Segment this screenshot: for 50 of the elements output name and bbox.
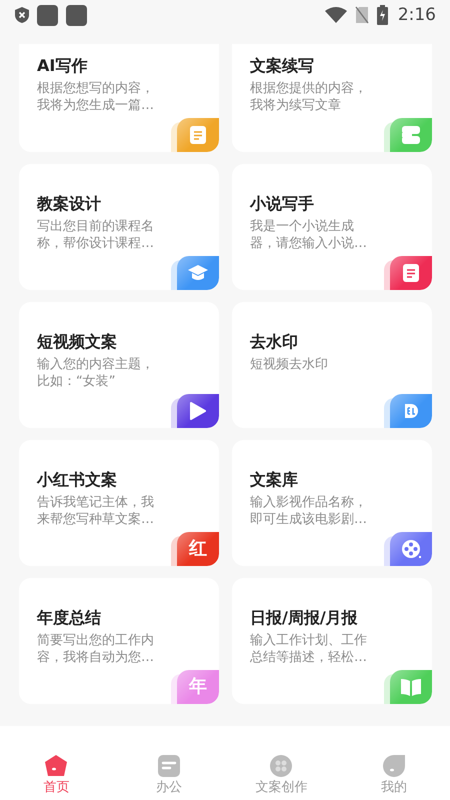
tool-card[interactable]: 文案续写 根据您提供的内容， 我将为续写文章 — [232, 44, 432, 152]
notification-icon — [37, 4, 58, 26]
tool-card[interactable]: 日报/周报/月报 输入工作计划、工作 总结等描述，轻松… — [232, 578, 432, 704]
nav-tab[interactable]: 首页 — [0, 755, 112, 796]
wifi-icon — [324, 7, 347, 23]
no-sim-icon — [354, 6, 369, 24]
play-icon — [190, 402, 206, 420]
tool-card[interactable]: 去水印 短视频去水印 — [232, 302, 432, 428]
tool-card[interactable]: 教案设计 写出您目前的课程名 称，帮你设计课程… — [19, 164, 219, 290]
card-title: 短视频文案 — [37, 332, 118, 352]
card-title: AI写作 — [37, 56, 88, 76]
card-description: 短视频去水印 — [250, 356, 329, 373]
card-description: 输入工作计划、工作 总结等描述，轻松… — [250, 632, 368, 666]
shield-icon — [15, 7, 29, 23]
battery-icon — [376, 5, 388, 25]
card-title: 去水印 — [250, 332, 299, 352]
tool-card[interactable]: AI写作 根据您想写的内容， 我将为您生成一篇… — [19, 44, 219, 152]
card-title: 文案续写 — [250, 56, 315, 76]
card-description: 告诉我笔记主体，我 来帮您写种草文案… — [37, 494, 155, 528]
card-description: 输入您的内容主题， 比如：“女装” — [37, 356, 155, 390]
document-icon — [190, 126, 206, 144]
card-description: 根据您提供的内容， 我将为续写文章 — [250, 80, 368, 114]
card-description: 写出您目前的课程名 称，帮你设计课程… — [37, 218, 155, 252]
card-description: 我是一个小说生成 器，请您输入小说… — [250, 218, 368, 252]
card-description: 根据您想写的内容， 我将为您生成一篇… — [37, 80, 155, 114]
document-icon — [158, 755, 180, 777]
stack-icon — [402, 126, 420, 144]
graduation-cap-icon — [188, 265, 208, 281]
card-description: 简要写出您的工作内 容，我将自动为您… — [37, 632, 155, 666]
card-title: 小说写手 — [250, 194, 315, 214]
clock-time: 2:16 — [398, 5, 436, 25]
character-badge: 年 — [177, 670, 219, 704]
tool-card[interactable]: 小红书文案 告诉我笔记主体，我 来帮您写种草文案… 红 — [19, 440, 219, 566]
book-icon — [401, 678, 421, 696]
document-icon — [403, 264, 419, 282]
card-title: 文案库 — [250, 470, 299, 490]
card-title: 日报/周报/月报 — [250, 608, 359, 628]
card-title: 小红书文案 — [37, 470, 118, 490]
card-title: 教案设计 — [37, 194, 102, 214]
card-title: 年度总结 — [37, 608, 102, 628]
card-description: 输入影视作品名称， 即可生成该电影剧… — [250, 494, 368, 528]
grid-icon — [270, 755, 292, 777]
film-reel-icon — [401, 539, 421, 559]
tool-card[interactable]: 小说写手 我是一个小说生成 器，请您输入小说… — [232, 164, 432, 290]
home-icon — [45, 755, 68, 777]
character-badge: 红 — [177, 532, 219, 566]
tool-card[interactable]: 短视频文案 输入您的内容主题， 比如：“女装” — [19, 302, 219, 428]
tool-card[interactable]: 年度总结 简要写出您的工作内 容，我将自动为您… 年 — [19, 578, 219, 704]
notification-icon — [66, 4, 87, 26]
tool-card[interactable]: 文案库 输入影视作品名称， 即可生成该电影剧… — [232, 440, 432, 566]
